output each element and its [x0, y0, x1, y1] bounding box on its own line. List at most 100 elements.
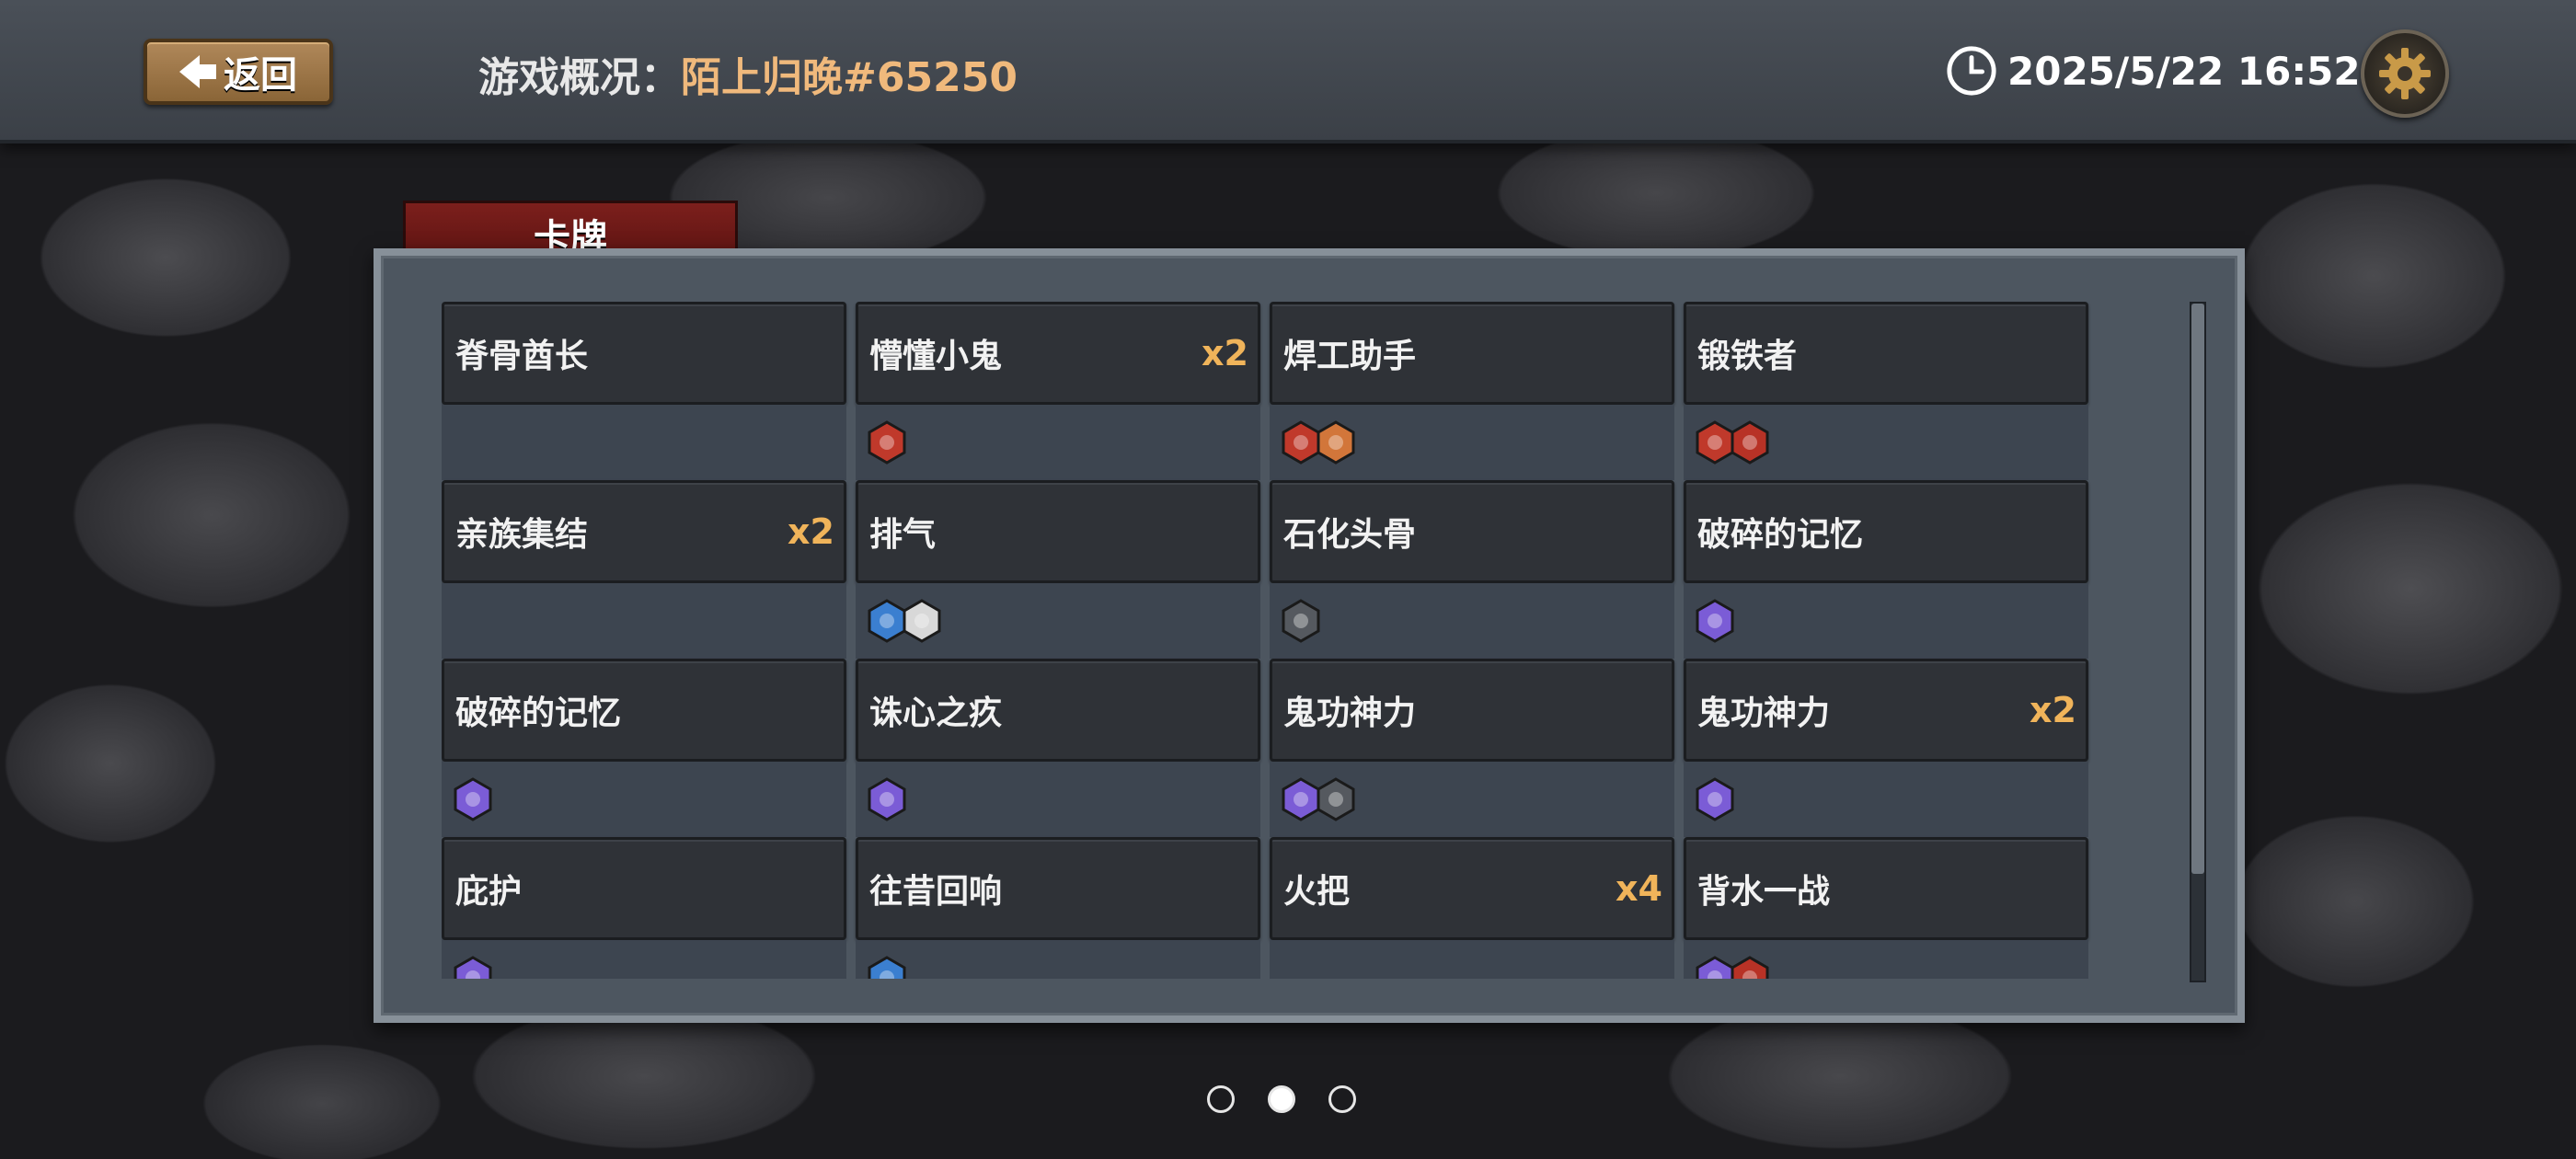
- card-item: 庇护: [442, 837, 846, 979]
- infinity-rune-icon: [868, 420, 906, 465]
- page-indicator: [1207, 1085, 1356, 1113]
- card-button[interactable]: 锻铁者: [1684, 302, 2088, 405]
- card-name: 破碎的记忆: [1697, 516, 1864, 554]
- card-item: 亲族集结 x2: [442, 480, 846, 659]
- card-count: x4: [1616, 868, 1662, 909]
- wrench-rune-icon: [1317, 420, 1355, 465]
- card-icon-row: [1684, 940, 2088, 979]
- page-dot[interactable]: [1207, 1085, 1235, 1113]
- card-icon-row: [1270, 405, 1674, 480]
- fire-hex-icon: [1731, 956, 1769, 979]
- card-button[interactable]: 火把 x4: [1270, 837, 1674, 940]
- card-count: x2: [2030, 690, 2076, 730]
- card-button[interactable]: 破碎的记忆: [442, 659, 846, 762]
- back-arrow-icon: [179, 55, 216, 88]
- datetime-display: 2025/5/22 16:52: [1945, 44, 2361, 98]
- back-button[interactable]: 返回: [144, 39, 333, 105]
- card-item: 破碎的记忆: [442, 659, 846, 837]
- shield-hex-icon: [454, 956, 492, 979]
- card-button[interactable]: 诛心之疚: [856, 659, 1260, 762]
- card-item: 鬼功神力 x2: [1684, 659, 2088, 837]
- cards-scroll-area[interactable]: 脊骨酋长 懵懂小鬼 x2 焊工助手 锻铁者 亲族集结 x2 排气 石化头骨 破碎的记忆 破碎的记忆诛…: [442, 302, 2107, 979]
- card-name: 诛心之疚: [869, 694, 1003, 732]
- card-name: 锻铁者: [1697, 338, 1798, 375]
- card-button[interactable]: 排气: [856, 480, 1260, 583]
- card-icon-row: [1684, 762, 2088, 837]
- card-button[interactable]: 破碎的记忆: [1684, 480, 2088, 583]
- card-item: 背水一战: [1684, 837, 2088, 979]
- card-icon-row: [856, 762, 1260, 837]
- card-button[interactable]: 焊工助手: [1270, 302, 1674, 405]
- datetime-text: 2025/5/22 16:52: [2007, 48, 2361, 94]
- gear-icon: [2379, 48, 2431, 99]
- top-bar: 返回 游戏概况： 陌上归晚#65250 2025/5/22 16:52: [0, 0, 2576, 143]
- card-button[interactable]: 背水一战: [1684, 837, 2088, 940]
- card-name: 石化头骨: [1283, 516, 1417, 554]
- scrollbar-thumb[interactable]: [2191, 304, 2204, 874]
- card-item: 懵懂小鬼 x2: [856, 302, 1260, 480]
- card-item: 焊工助手: [1270, 302, 1674, 480]
- card-item: 脊骨酋长: [442, 302, 846, 480]
- card-button[interactable]: 往昔回响: [856, 837, 1260, 940]
- card-icon-row: [856, 583, 1260, 659]
- card-item: 石化头骨: [1270, 480, 1674, 659]
- card-button[interactable]: 亲族集结 x2: [442, 480, 846, 583]
- card-name: 背水一战: [1697, 873, 1831, 911]
- page-title: 游戏概况： 陌上归晚#65250: [478, 44, 1018, 103]
- snowflake-hex-icon: [1696, 599, 1734, 643]
- page-dot[interactable]: [1328, 1085, 1356, 1113]
- card-icon-row: [1270, 940, 1674, 979]
- back-button-label: 返回: [224, 54, 297, 97]
- card-count: x2: [1202, 333, 1248, 373]
- card-name: 焊工助手: [1283, 338, 1417, 375]
- card-button[interactable]: 石化头骨: [1270, 480, 1674, 583]
- card-icon-row: [1270, 583, 1674, 659]
- card-item: 诛心之疚: [856, 659, 1260, 837]
- mask-hex-icon: [454, 777, 492, 821]
- claw-rune-icon: [1731, 420, 1769, 465]
- cards-panel: 脊骨酋长 懵懂小鬼 x2 焊工助手 锻铁者 亲族集结 x2 排气 石化头骨 破碎的记忆 破碎的记忆诛…: [374, 248, 2245, 1023]
- card-icon-row: [442, 583, 846, 659]
- card-name: 往昔回响: [869, 873, 1003, 911]
- card-name: 排气: [869, 516, 937, 554]
- card-icon-row: [442, 762, 846, 837]
- card-icon-row: [1270, 762, 1674, 837]
- card-name: 火把: [1283, 873, 1351, 911]
- card-icon-row: [442, 405, 846, 480]
- card-name: 懵懂小鬼: [869, 338, 1003, 375]
- card-item: 锻铁者: [1684, 302, 2088, 480]
- card-item: 破碎的记忆: [1684, 480, 2088, 659]
- player-name: 陌上归晚#65250: [681, 54, 1018, 101]
- card-icon-row: [1684, 583, 2088, 659]
- clock-icon: [1947, 46, 1996, 96]
- card-grid: 脊骨酋长 懵懂小鬼 x2 焊工助手 锻铁者 亲族集结 x2 排气 石化头骨 破碎的记忆 破碎的记忆诛…: [442, 302, 2107, 979]
- page-dot[interactable]: [1268, 1085, 1295, 1113]
- card-icon-row: [856, 405, 1260, 480]
- scrollbar[interactable]: [2190, 302, 2206, 982]
- card-button[interactable]: 鬼功神力: [1270, 659, 1674, 762]
- card-name: 庇护: [455, 873, 523, 911]
- card-button[interactable]: 脊骨酋长: [442, 302, 846, 405]
- card-icon-row: [442, 940, 846, 979]
- settings-button[interactable]: [2361, 29, 2449, 118]
- card-name: 鬼功神力: [1697, 694, 1831, 732]
- card-item: 鬼功神力: [1270, 659, 1674, 837]
- card-item: 往昔回响: [856, 837, 1260, 979]
- card-name: 鬼功神力: [1283, 694, 1417, 732]
- card-item: 火把 x4: [1270, 837, 1674, 979]
- sword-hex-icon: [903, 599, 941, 643]
- card-button[interactable]: 鬼功神力 x2: [1684, 659, 2088, 762]
- card-icon-row: [856, 940, 1260, 979]
- flame-hex-icon: [868, 956, 906, 979]
- card-name: 脊骨酋长: [455, 338, 589, 375]
- card-count: x2: [788, 511, 834, 552]
- card-icon-row: [1684, 405, 2088, 480]
- snowflake-hex-icon: [1696, 777, 1734, 821]
- skull-hex-icon: [1282, 599, 1320, 643]
- card-name: 破碎的记忆: [455, 694, 622, 732]
- card-item: 排气: [856, 480, 1260, 659]
- card-name: 亲族集结: [455, 516, 589, 554]
- card-button[interactable]: 庇护: [442, 837, 846, 940]
- card-button[interactable]: 懵懂小鬼 x2: [856, 302, 1260, 405]
- skull-hex-icon: [1317, 777, 1355, 821]
